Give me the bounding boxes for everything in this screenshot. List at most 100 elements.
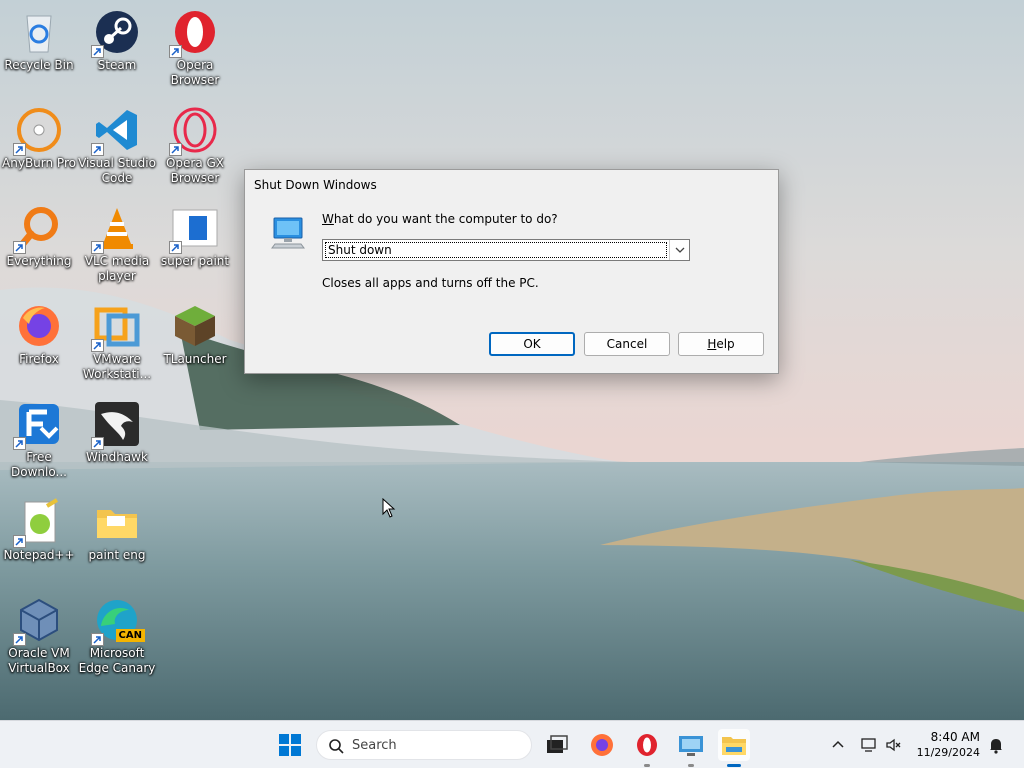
opera-icon — [637, 734, 657, 756]
desktop-icon-free-download-manager[interactable]: Free Downlo... — [0, 394, 78, 480]
desktop-icon-label: VMware Workstati... — [82, 352, 152, 381]
desktop-icon-label: Steam — [97, 58, 137, 72]
desktop-icon-label: super paint — [160, 254, 230, 268]
taskbar: Search 8:40 AM 11/29/2024 — [0, 720, 1024, 768]
firefox-icon — [15, 302, 63, 350]
chevron-up-icon — [832, 740, 844, 748]
desktop-icon-label: Firefox — [19, 352, 59, 366]
shortcut-arrow-icon — [91, 339, 104, 352]
taskbar-remote-desktop-button[interactable] — [675, 729, 707, 767]
desktop-icon-label: Everything — [6, 254, 72, 268]
anyburn-icon — [13, 106, 63, 156]
desktop-icon-steam[interactable]: Steam — [78, 2, 156, 73]
shortcut-arrow-icon — [91, 143, 104, 156]
taskbar-search-box[interactable]: Search — [316, 730, 532, 760]
desktop-icon-label: TLauncher — [163, 352, 227, 366]
computer-icon — [269, 214, 307, 252]
dialog-title: Shut Down Windows — [254, 178, 377, 192]
free-download-manager-icon — [13, 400, 63, 450]
canary-badge: CAN — [115, 629, 145, 642]
notifications-button[interactable] — [986, 735, 1006, 755]
shortcut-arrow-icon — [91, 633, 104, 646]
file-explorer-icon — [722, 737, 746, 755]
desktop-icon-super-paint[interactable]: super paint — [156, 198, 234, 269]
desktop-icon-label: Opera GX Browser — [165, 156, 225, 185]
shutdown-dialog: Shut Down Windows What do you want the c… — [244, 169, 779, 374]
desktop-icon-label: Microsoft Edge Canary — [78, 646, 156, 675]
desktop-icon-label: Opera Browser — [170, 58, 220, 87]
active-indicator — [727, 764, 741, 767]
shutdown-option-select[interactable]: Shut down — [322, 239, 690, 261]
taskbar-clock[interactable]: 8:40 AM 11/29/2024 — [917, 729, 980, 761]
desktop-icon-label: VLC media player — [84, 254, 150, 283]
running-indicator — [644, 764, 650, 767]
desktop-icon-label: Windhawk — [86, 450, 148, 464]
clock-time: 8:40 AM — [930, 730, 980, 744]
remote-desktop-icon — [679, 736, 703, 756]
vlc-icon — [91, 204, 141, 254]
desktop-icon-windhawk[interactable]: Windhawk — [78, 394, 156, 465]
steam-icon — [91, 8, 141, 58]
ok-button[interactable]: OK — [489, 332, 575, 356]
network-button[interactable] — [859, 735, 879, 755]
desktop-icon-label: AnyBurn Pro — [2, 156, 76, 170]
vscode-icon — [91, 106, 141, 156]
desktop-icon-vmware[interactable]: VMware Workstati... — [78, 296, 156, 382]
bell-icon — [990, 739, 1002, 754]
shortcut-arrow-icon — [169, 45, 182, 58]
virtualbox-icon — [13, 596, 63, 646]
shortcut-arrow-icon — [13, 143, 26, 156]
opera-icon — [169, 8, 219, 58]
desktop-icon-virtualbox[interactable]: Oracle VM VirtualBox — [0, 590, 78, 676]
start-button[interactable] — [274, 729, 306, 761]
search-placeholder: Search — [352, 738, 397, 753]
taskbar-opera-button[interactable] — [631, 729, 663, 767]
taskbar-file-explorer-button[interactable] — [718, 729, 750, 767]
desktop-icon-vlc[interactable]: VLC media player — [78, 198, 156, 284]
task-view-button[interactable] — [541, 729, 573, 761]
desktop-icon-edge-canary[interactable]: CAN Microsoft Edge Canary — [78, 590, 156, 676]
mouse-cursor-icon — [382, 498, 396, 518]
desktop-icon-recycle-bin[interactable]: Recycle Bin — [0, 2, 78, 73]
volume-button[interactable] — [884, 735, 904, 755]
task-view-icon — [547, 735, 568, 753]
show-hidden-icons-button[interactable] — [828, 735, 848, 755]
network-icon — [861, 738, 876, 752]
selected-option: Shut down — [325, 242, 667, 258]
opera-gx-icon — [169, 106, 219, 156]
notepad-plus-plus-icon — [13, 498, 63, 548]
desktop-icon-tlauncher[interactable]: TLauncher — [156, 296, 234, 367]
shortcut-arrow-icon — [169, 143, 182, 156]
question-accelerator: W — [322, 212, 334, 226]
help-accelerator: H — [707, 337, 717, 351]
desktop-icon-label: Notepad++ — [3, 548, 75, 562]
volume-muted-icon — [886, 738, 901, 752]
search-icon — [329, 739, 344, 754]
desktop-icon-label: Oracle VM VirtualBox — [8, 646, 70, 675]
taskbar-firefox-button[interactable] — [586, 729, 618, 761]
desktop-icon-firefox[interactable]: Firefox — [0, 296, 78, 367]
desktop-icon-label: Visual Studio Code — [78, 156, 156, 185]
desktop-icon-everything[interactable]: Everything — [0, 198, 78, 269]
dialog-question: What do you want the computer to do? — [322, 212, 558, 226]
folder-icon — [93, 498, 141, 546]
desktop-icon-vscode[interactable]: Visual Studio Code — [78, 100, 156, 186]
shortcut-arrow-icon — [91, 437, 104, 450]
desktop-icon-opera-gx[interactable]: Opera GX Browser — [156, 100, 234, 186]
tlauncher-icon — [171, 302, 219, 350]
desktop-icon-label: Free Downlo... — [11, 450, 67, 479]
desktop-icon-label: Recycle Bin — [4, 58, 74, 72]
desktop-icon-paint-eng-folder[interactable]: paint eng — [78, 492, 156, 563]
windhawk-icon — [91, 400, 141, 450]
help-button[interactable]: Help — [678, 332, 764, 356]
start-icon — [279, 734, 301, 756]
desktop-icon-anyburn[interactable]: AnyBurn Pro — [0, 100, 78, 171]
desktop-icon-notepad-plus-plus[interactable]: Notepad++ — [0, 492, 78, 563]
desktop-icon-label: paint eng — [88, 548, 146, 562]
chevron-down-icon[interactable] — [669, 240, 689, 260]
question-text: hat do you want the computer to do? — [333, 212, 558, 226]
recycle-bin-icon — [15, 8, 63, 56]
edge-canary-icon: CAN — [91, 596, 145, 646]
desktop-icon-opera[interactable]: Opera Browser — [156, 2, 234, 88]
cancel-button[interactable]: Cancel — [584, 332, 670, 356]
